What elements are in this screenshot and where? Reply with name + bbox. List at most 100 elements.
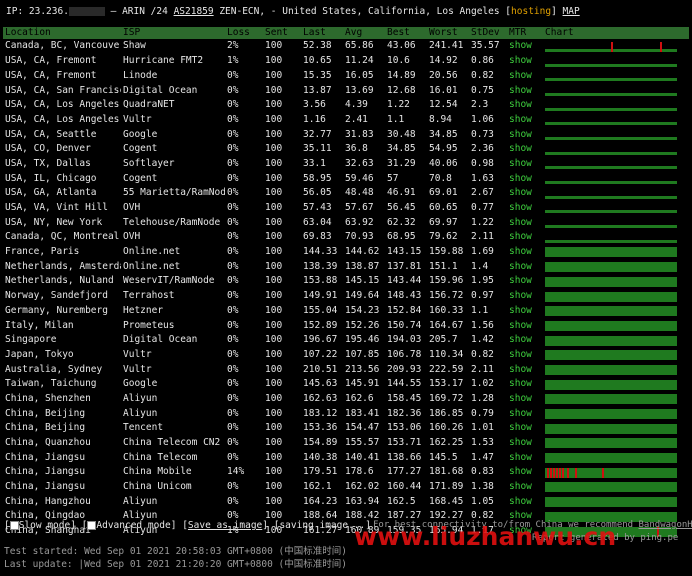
cell-stdev: 2.3 bbox=[471, 99, 489, 111]
mtr-show-link[interactable]: show bbox=[507, 450, 543, 465]
cell-location: USA, CO, Denver bbox=[5, 143, 91, 155]
cell-sent: 100 bbox=[265, 216, 283, 228]
mtr-show-link[interactable]: show bbox=[507, 494, 543, 509]
latency-sparkline bbox=[545, 306, 677, 317]
table-row: USA, NY, New York Telehouse/RamNode 0% 100 6… bbox=[3, 215, 689, 230]
cell-avg: 145.15 bbox=[345, 275, 380, 287]
cell-loss: 0% bbox=[227, 113, 239, 125]
cell-avg: 4.39 bbox=[345, 99, 368, 111]
chart-cell bbox=[543, 98, 689, 113]
mtr-show-link[interactable]: show bbox=[507, 39, 543, 54]
cell-last: 164.23 bbox=[303, 495, 338, 507]
mtr-show-link[interactable]: show bbox=[507, 112, 543, 127]
asn-link[interactable]: AS21859 bbox=[174, 6, 214, 17]
ping-results-table-container: Location ISP Loss Sent Last Avg Best Worst StDev… bbox=[3, 27, 689, 538]
mtr-show-link[interactable]: show bbox=[507, 421, 543, 436]
mtr-show-link[interactable]: show bbox=[507, 259, 543, 274]
mtr-show-link[interactable]: show bbox=[507, 333, 543, 348]
mtr-show-link[interactable]: show bbox=[507, 83, 543, 98]
chart-cell bbox=[543, 494, 689, 509]
latency-sparkline bbox=[545, 438, 677, 449]
table-row: Japan, Tokyo Vultr 0% 100 107.22 107.85 106.78… bbox=[3, 347, 689, 362]
mtr-show-link[interactable]: show bbox=[507, 303, 543, 318]
mtr-show-link[interactable]: show bbox=[507, 186, 543, 201]
cell-worst: 70.8 bbox=[429, 172, 452, 184]
cell-stdev: 1.53 bbox=[471, 437, 494, 449]
mtr-show-link[interactable]: show bbox=[507, 215, 543, 230]
cell-sent: 100 bbox=[265, 128, 283, 140]
mtr-show-link[interactable]: show bbox=[507, 142, 543, 157]
ip-tail: – ARIN /24 bbox=[104, 6, 174, 17]
cell-location: Italy, Milan bbox=[5, 319, 74, 331]
cell-stdev: 0.82 bbox=[471, 69, 494, 81]
column-header: Last bbox=[301, 27, 343, 39]
latency-sparkline bbox=[545, 115, 677, 126]
chart-cell bbox=[543, 201, 689, 216]
mtr-show-link[interactable]: show bbox=[507, 274, 543, 289]
cell-sent: 100 bbox=[265, 481, 283, 493]
cell-best: 150.74 bbox=[387, 319, 422, 331]
table-row: Singapore Digital Ocean 0% 100 196.67 195.46 1… bbox=[3, 333, 689, 348]
mtr-show-link[interactable]: show bbox=[507, 289, 543, 304]
cell-last: 58.95 bbox=[303, 172, 332, 184]
mtr-show-link[interactable]: show bbox=[507, 245, 543, 260]
mtr-show-link[interactable]: show bbox=[507, 127, 543, 142]
cell-isp: 55 Marietta/RamNode bbox=[123, 187, 225, 199]
mtr-show-link[interactable]: show bbox=[507, 377, 543, 392]
cell-loss: 0% bbox=[227, 348, 239, 360]
cell-location: China, Quanzhou bbox=[5, 437, 91, 449]
cell-last: 162.1 bbox=[303, 481, 332, 493]
cell-stdev: 1.47 bbox=[471, 451, 494, 463]
cell-location: Singapore bbox=[5, 334, 57, 346]
packet-loss-spike bbox=[556, 467, 558, 478]
slow-mode-checkbox[interactable] bbox=[9, 521, 19, 530]
cell-isp: Cogent bbox=[123, 172, 158, 184]
cell-last: 183.12 bbox=[303, 407, 338, 419]
column-header: Sent bbox=[263, 27, 301, 39]
bandwagon-link[interactable]: BandwagonHost. bbox=[639, 520, 692, 530]
cell-last: 144.33 bbox=[303, 246, 338, 258]
mtr-show-link[interactable]: show bbox=[507, 362, 543, 377]
cell-loss: 0% bbox=[227, 216, 239, 228]
chart-cell bbox=[543, 377, 689, 392]
mtr-show-link[interactable]: show bbox=[507, 230, 543, 245]
cell-loss: 0% bbox=[227, 172, 239, 184]
cell-best: 1.22 bbox=[387, 99, 410, 111]
mtr-show-link[interactable]: show bbox=[507, 465, 543, 480]
cell-isp: WeservIT/RamNode bbox=[123, 275, 215, 287]
table-row: Netherlands, Nuland WeservIT/RamNode 0% 100… bbox=[3, 274, 689, 289]
latency-sparkline bbox=[545, 41, 677, 52]
mtr-show-link[interactable]: show bbox=[507, 201, 543, 216]
mtr-show-link[interactable]: show bbox=[507, 392, 543, 407]
save-as-image-link[interactable]: Save as image bbox=[188, 520, 262, 531]
cell-loss: 0% bbox=[227, 99, 239, 111]
latency-sparkline bbox=[545, 174, 677, 185]
map-link[interactable]: MAP bbox=[563, 6, 580, 17]
table-row: USA, CA, Fremont Hurricane FMT2 1% 100 10.65… bbox=[3, 54, 689, 69]
column-header: Location bbox=[3, 27, 121, 39]
latency-sparkline bbox=[545, 203, 677, 214]
latency-sparkline bbox=[545, 100, 677, 111]
mtr-show-link[interactable]: show bbox=[507, 480, 543, 495]
mtr-show-link[interactable]: show bbox=[507, 347, 543, 362]
cell-isp: Online.net bbox=[123, 246, 181, 258]
cell-isp: Terrahost bbox=[123, 290, 175, 302]
cell-avg: 154.23 bbox=[345, 304, 380, 316]
cell-last: 33.1 bbox=[303, 157, 326, 169]
cell-best: 31.29 bbox=[387, 157, 416, 169]
mtr-show-link[interactable]: show bbox=[507, 436, 543, 451]
cell-last: 154.89 bbox=[303, 437, 338, 449]
mtr-show-link[interactable]: show bbox=[507, 157, 543, 172]
mtr-show-link[interactable]: show bbox=[507, 171, 543, 186]
mtr-show-link[interactable]: show bbox=[507, 98, 543, 113]
cell-sent: 100 bbox=[265, 392, 283, 404]
cell-last: 1.16 bbox=[303, 113, 326, 125]
mtr-show-link[interactable]: show bbox=[507, 318, 543, 333]
cell-avg: 31.83 bbox=[345, 128, 374, 140]
cell-loss: 0% bbox=[227, 143, 239, 155]
mtr-show-link[interactable]: show bbox=[507, 406, 543, 421]
cell-location: Netherlands, Nuland bbox=[5, 275, 114, 287]
mtr-show-link[interactable]: show bbox=[507, 54, 543, 69]
mtr-show-link[interactable]: show bbox=[507, 68, 543, 83]
cell-sent: 100 bbox=[265, 113, 283, 125]
